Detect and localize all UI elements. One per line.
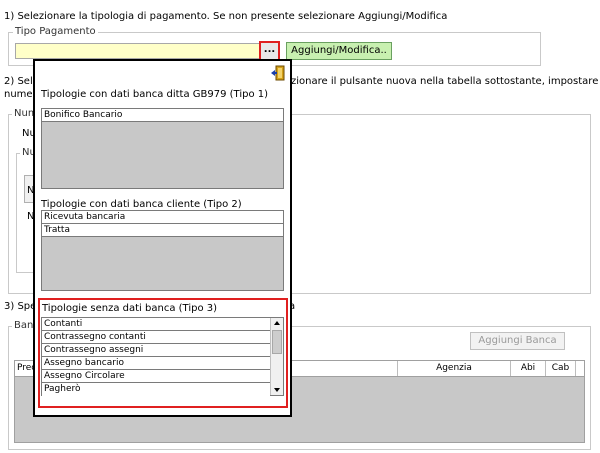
list-item[interactable]: Contrassegno assegni	[42, 344, 270, 357]
exit-door-icon[interactable]	[270, 65, 286, 81]
add-bank-label: Aggiungi Banca	[478, 335, 557, 346]
section3-scrollbar[interactable]	[270, 318, 283, 395]
list-item[interactable]: Bonifico Bancario	[42, 109, 283, 122]
step1-instruction: 1) Selezionare la tipologia di pagamento…	[4, 11, 448, 22]
step3-prefix: 3) Spe	[4, 301, 37, 312]
section2-list[interactable]: Ricevuta bancaria Tratta	[41, 210, 284, 291]
section1-title: Tipologie con dati banca ditta GB979 (Ti…	[41, 89, 269, 100]
ellipsis-label: ...	[263, 44, 276, 55]
scroll-down-icon[interactable]	[274, 388, 280, 392]
scroll-up-icon[interactable]	[274, 321, 280, 325]
ellipsis-button[interactable]: ...	[259, 41, 280, 61]
payment-type-popup: Tipologie con dati banca ditta GB979 (Ti…	[33, 59, 292, 417]
list-item[interactable]: Assegno Circolare	[42, 370, 270, 383]
section2-title: Tipologie con dati banca cliente (Tipo 2…	[41, 199, 242, 210]
tipo-pagamento-input[interactable]	[15, 43, 260, 59]
list-item[interactable]: Ricevuta bancaria	[42, 211, 283, 224]
list-item[interactable]: Contanti	[42, 318, 270, 331]
add-modify-label: Aggiungi/Modifica..	[291, 45, 387, 56]
section3-list[interactable]: Contanti Contrassegno contanti Contrasse…	[41, 317, 284, 396]
list-item[interactable]: Tratta	[42, 224, 283, 237]
section1-list[interactable]: Bonifico Bancario	[41, 108, 284, 189]
section3-title: Tipologie senza dati banca (Tipo 3)	[42, 303, 218, 314]
scroll-thumb[interactable]	[272, 330, 282, 354]
step2-text-right: zionare il pulsante nuova nella tabella …	[291, 76, 600, 87]
col-cab-header[interactable]: Cab	[546, 361, 576, 376]
add-bank-button[interactable]: Aggiungi Banca	[470, 332, 565, 350]
step2-line2-prefix: numer	[4, 89, 37, 100]
add-modify-button[interactable]: Aggiungi/Modifica..	[286, 42, 392, 60]
list-item[interactable]: Pagherò	[42, 383, 270, 396]
tipo-pagamento-legend: Tipo Pagamento	[13, 26, 98, 37]
col-abi-header[interactable]: Abi	[511, 361, 546, 376]
list-item[interactable]: Assegno bancario	[42, 357, 270, 370]
col-agenzia-header[interactable]: Agenzia	[397, 361, 511, 376]
list-item[interactable]: Contrassegno contanti	[42, 331, 270, 344]
